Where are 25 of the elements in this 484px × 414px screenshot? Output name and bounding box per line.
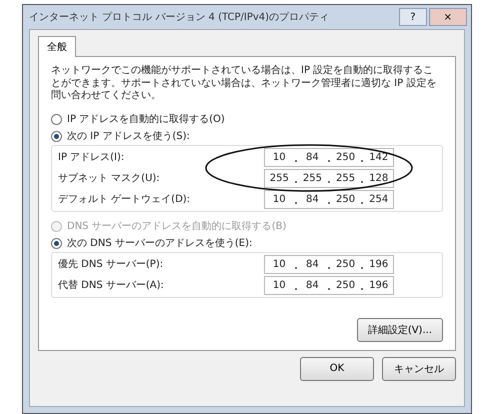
close-button[interactable]: × bbox=[428, 8, 467, 26]
field-label: 代替 DNS サーバー(A): bbox=[58, 278, 164, 292]
field-label: デフォルト ゲートウェイ(D): bbox=[58, 193, 190, 206]
ip-address-field[interactable]: 10 84 250 254 bbox=[264, 190, 394, 208]
ip-address-field[interactable]: 10 84 250 196 bbox=[264, 254, 394, 274]
radio-label: DNS サーバーのアドレスを自動的に取得する(B) bbox=[67, 220, 286, 233]
field-label: サブネット マスク(U): bbox=[58, 172, 160, 185]
tab[interactable]: 全般 bbox=[38, 36, 76, 57]
help-button[interactable]: ? bbox=[399, 8, 427, 26]
radio-label: IP アドレスを自動的に取得する(O) bbox=[67, 113, 225, 126]
field-label: 優先 DNS サーバー(P): bbox=[58, 258, 164, 271]
field-label: IP アドレス(I): bbox=[58, 151, 124, 164]
ok-button[interactable]: OK bbox=[300, 356, 374, 380]
radio-button[interactable] bbox=[51, 114, 62, 124]
radio-button[interactable] bbox=[51, 238, 62, 248]
cancel-button[interactable]: キャンセル bbox=[382, 356, 456, 380]
ip-address-field[interactable]: 10 84 250 196 bbox=[264, 276, 394, 294]
advanced-button[interactable]: 詳細設定(V)... bbox=[356, 318, 443, 342]
window-title: インターネット プロトコル バージョン 4 (TCP/IPv4)のプロパティ bbox=[29, 10, 330, 24]
radio-label: 次の DNS サーバーのアドレスを使う(E): bbox=[67, 237, 252, 250]
radio-button[interactable] bbox=[51, 130, 62, 142]
ip-address-field[interactable]: 255 255 255 128 bbox=[264, 168, 394, 188]
ip-address-field[interactable]: 10 84 250 142 bbox=[264, 148, 394, 166]
radio-label: 次の IP アドレスを使う(S): bbox=[67, 130, 190, 143]
description-text: ネットワークでこの機能がサポートされている場合は、IP 設定を自動的に取得することができます。サポートされていない場合は、ネットワーク管理者に適切な IP 設定を問い合わせてください。 bbox=[51, 65, 438, 102]
